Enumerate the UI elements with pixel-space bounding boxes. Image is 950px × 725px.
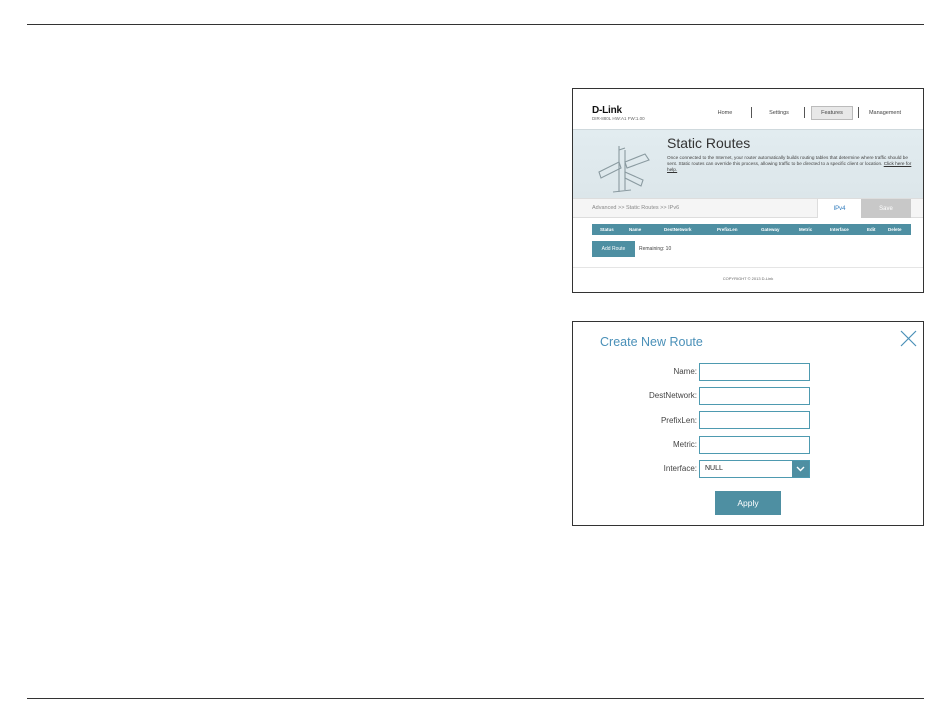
router-header: D-Link DIR-880L HW:A1 FW:1.00 Home Setti…: [573, 89, 923, 129]
apply-button[interactable]: Apply: [715, 491, 781, 515]
nav-separator: [858, 107, 859, 118]
page-description: Once connected to the Internet, your rou…: [667, 155, 917, 173]
create-route-dialog: Create New Route Name: DestNetwork: Pref…: [572, 321, 924, 526]
dialog-title: Create New Route: [600, 335, 703, 349]
name-label: Name:: [673, 367, 697, 376]
destnetwork-input[interactable]: [699, 387, 810, 405]
metric-input[interactable]: [699, 436, 810, 454]
bottom-rule: [27, 698, 924, 699]
col-delete: Delete: [888, 227, 902, 232]
nav-home[interactable]: Home: [711, 106, 739, 120]
prefixlen-label: PrefixLen:: [660, 416, 697, 425]
destnetwork-label: DestNetwork:: [648, 391, 697, 400]
nav-separator: [804, 107, 805, 118]
page-footer: COPYRIGHT © 2013 D-Link: [573, 267, 923, 292]
nav-separator: [751, 107, 752, 118]
add-route-button[interactable]: Add Route: [592, 241, 635, 257]
close-icon[interactable]: [900, 330, 917, 347]
col-metric: Metric: [799, 227, 813, 232]
chevron-down-icon[interactable]: [792, 461, 809, 477]
col-edit: Edit: [867, 227, 876, 232]
name-input[interactable]: [699, 363, 810, 381]
breadcrumb: Advanced >> Static Routes >> IPv6: [592, 205, 680, 211]
interface-value: NULL: [705, 465, 723, 472]
col-prefixlen: PrefixLen: [717, 227, 738, 232]
top-rule: [27, 24, 924, 25]
dlink-logo: D-Link: [592, 105, 622, 116]
remaining-count: Remaining: 10: [639, 246, 672, 252]
model-info: DIR-880L HW:A1 FW:1.00: [592, 116, 645, 121]
prefixlen-input[interactable]: [699, 411, 810, 429]
routes-table-header: Status Name DestNetwork PrefixLen Gatewa…: [592, 224, 911, 235]
nav-settings[interactable]: Settings: [763, 106, 795, 120]
metric-label: Metric:: [673, 440, 697, 449]
interface-label: Interface:: [663, 464, 697, 473]
col-status: Status: [600, 227, 614, 232]
static-routes-screenshot: D-Link DIR-880L HW:A1 FW:1.00 Home Setti…: [572, 88, 924, 293]
col-gateway: Gateway: [761, 227, 780, 232]
nav-management[interactable]: Management: [865, 106, 905, 120]
breadcrumb-bar: Advanced >> Static Routes >> IPv6 IPv4 S…: [573, 198, 923, 218]
ipv4-tab[interactable]: IPv4: [817, 199, 861, 218]
copyright: COPYRIGHT © 2013 D-Link: [722, 276, 774, 281]
description-text: Once connected to the Internet, your rou…: [667, 155, 908, 166]
col-destnetwork: DestNetwork: [664, 227, 692, 232]
save-button[interactable]: Save: [861, 199, 911, 218]
nav-features[interactable]: Features: [811, 106, 853, 120]
page-title: Static Routes: [667, 135, 751, 151]
signpost-icon: [598, 146, 650, 193]
col-interface: Interface: [830, 227, 849, 232]
col-name: Name: [629, 227, 642, 232]
interface-select[interactable]: NULL: [699, 460, 810, 478]
